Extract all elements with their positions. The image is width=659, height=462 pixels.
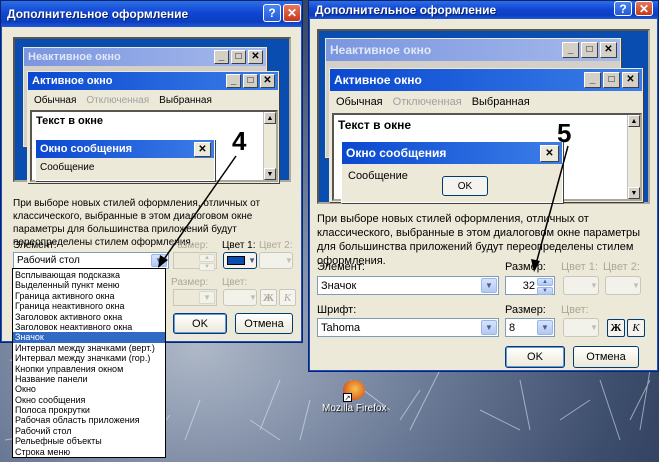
arrow-5 (535, 145, 569, 265)
arrow-4 (161, 155, 237, 263)
annotation-arrows (158, 145, 569, 272)
arrowhead-5 (531, 259, 540, 272)
arrowhead-4 (158, 255, 168, 268)
